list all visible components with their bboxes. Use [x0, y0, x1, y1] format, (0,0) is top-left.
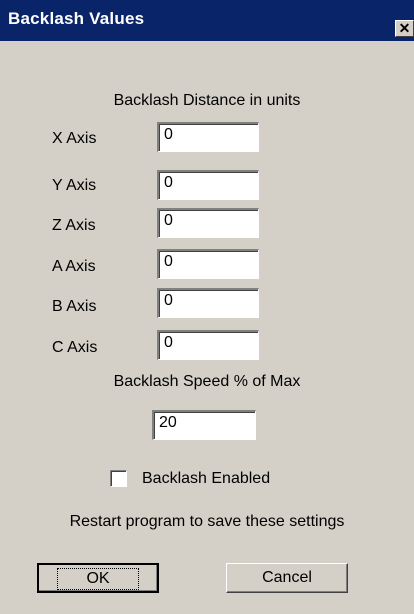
close-icon: ✕	[398, 20, 411, 36]
a-axis-input[interactable]: 0	[157, 249, 259, 279]
backlash-distance-heading: Backlash Distance in units	[113, 92, 301, 109]
y-axis-label: Y Axis	[52, 177, 97, 194]
z-axis-label: Z Axis	[52, 217, 96, 234]
window-title: Backlash Values	[8, 9, 145, 28]
backlash-values-dialog: Backlash Values ✕ Backlash Distance in u…	[0, 0, 414, 614]
ok-button[interactable]: OK	[37, 563, 159, 593]
z-axis-input[interactable]: 0	[157, 208, 259, 238]
b-axis-label: B Axis	[52, 298, 97, 315]
backlash-enabled-label[interactable]: Backlash Enabled	[142, 470, 270, 488]
a-axis-label: A Axis	[52, 258, 96, 275]
c-axis-input[interactable]: 0	[157, 330, 259, 360]
x-axis-label: X Axis	[52, 130, 97, 147]
close-button[interactable]: ✕	[395, 20, 414, 37]
backlash-enabled-checkbox[interactable]	[110, 470, 127, 487]
c-axis-label: C Axis	[52, 339, 98, 356]
y-axis-input[interactable]: 0	[157, 170, 259, 200]
title-bar[interactable]: Backlash Values ✕	[0, 0, 414, 41]
b-axis-input[interactable]: 0	[157, 288, 259, 318]
backlash-speed-label: Backlash Speed % of Max	[113, 373, 301, 390]
x-axis-input[interactable]: 0	[157, 122, 259, 152]
backlash-speed-input[interactable]: 20	[152, 410, 256, 440]
cancel-button[interactable]: Cancel	[226, 563, 348, 593]
ok-label: OK	[57, 568, 139, 590]
restart-note: Restart program to save these settings	[69, 513, 345, 530]
